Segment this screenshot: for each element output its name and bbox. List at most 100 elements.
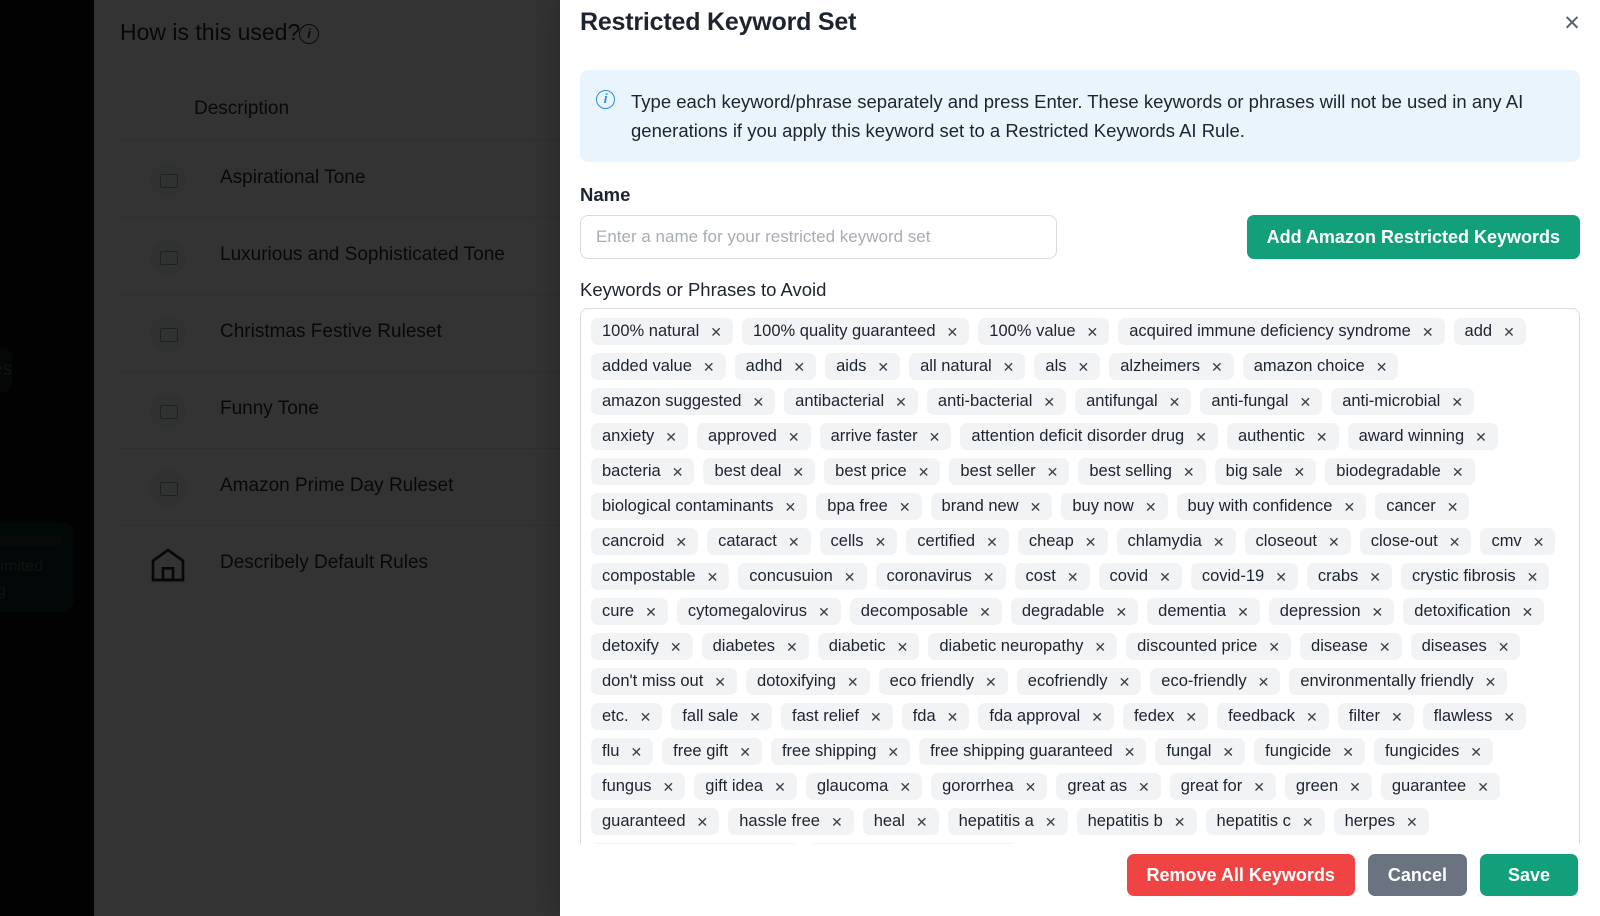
remove-keyword-icon[interactable]: ✕ <box>788 430 800 444</box>
remove-keyword-icon[interactable]: ✕ <box>786 640 798 654</box>
remove-keyword-icon[interactable]: ✕ <box>1213 535 1225 549</box>
remove-keyword-icon[interactable]: ✕ <box>1258 675 1270 689</box>
remove-keyword-icon[interactable]: ✕ <box>640 710 652 724</box>
remove-keyword-icon[interactable]: ✕ <box>1124 745 1136 759</box>
remove-keyword-icon[interactable]: ✕ <box>1349 780 1361 794</box>
remove-keyword-icon[interactable]: ✕ <box>916 815 928 829</box>
remove-keyword-icon[interactable]: ✕ <box>1268 640 1280 654</box>
remove-keyword-icon[interactable]: ✕ <box>739 745 751 759</box>
remove-keyword-icon[interactable]: ✕ <box>1047 465 1059 479</box>
remove-keyword-icon[interactable]: ✕ <box>1159 570 1171 584</box>
remove-keyword-icon[interactable]: ✕ <box>1522 605 1534 619</box>
remove-keyword-icon[interactable]: ✕ <box>844 570 856 584</box>
remove-keyword-icon[interactable]: ✕ <box>875 535 887 549</box>
remove-keyword-icon[interactable]: ✕ <box>710 325 722 339</box>
remove-keyword-icon[interactable]: ✕ <box>918 465 930 479</box>
remove-keyword-icon[interactable]: ✕ <box>947 710 959 724</box>
remove-keyword-icon[interactable]: ✕ <box>1406 815 1418 829</box>
remove-keyword-icon[interactable]: ✕ <box>749 710 761 724</box>
remove-keyword-icon[interactable]: ✕ <box>1138 780 1150 794</box>
save-button[interactable]: Save <box>1479 854 1578 896</box>
cancel-button[interactable]: Cancel <box>1367 854 1467 896</box>
remove-keyword-icon[interactable]: ✕ <box>985 675 997 689</box>
remove-keyword-icon[interactable]: ✕ <box>1237 605 1249 619</box>
remove-keyword-icon[interactable]: ✕ <box>877 360 889 374</box>
remove-keyword-icon[interactable]: ✕ <box>1003 360 1015 374</box>
remove-keyword-icon[interactable]: ✕ <box>1253 780 1265 794</box>
remove-keyword-icon[interactable]: ✕ <box>1222 745 1234 759</box>
remove-keyword-icon[interactable]: ✕ <box>1306 710 1318 724</box>
remove-keyword-icon[interactable]: ✕ <box>793 360 805 374</box>
remove-keyword-icon[interactable]: ✕ <box>1422 325 1434 339</box>
remove-keyword-icon[interactable]: ✕ <box>1030 500 1042 514</box>
remove-keyword-icon[interactable]: ✕ <box>1185 710 1197 724</box>
remove-keyword-icon[interactable]: ✕ <box>899 500 911 514</box>
remove-keyword-icon[interactable]: ✕ <box>983 570 995 584</box>
remove-keyword-icon[interactable]: ✕ <box>1275 570 1287 584</box>
remove-keyword-icon[interactable]: ✕ <box>1470 745 1482 759</box>
remove-keyword-icon[interactable]: ✕ <box>1145 500 1157 514</box>
remove-keyword-icon[interactable]: ✕ <box>1195 430 1207 444</box>
close-icon[interactable]: ✕ <box>1558 10 1586 38</box>
remove-keyword-icon[interactable]: ✕ <box>1342 745 1354 759</box>
remove-keyword-icon[interactable]: ✕ <box>1302 815 1314 829</box>
remove-keyword-icon[interactable]: ✕ <box>1503 710 1515 724</box>
remove-keyword-icon[interactable]: ✕ <box>1503 325 1515 339</box>
remove-keyword-icon[interactable]: ✕ <box>1533 535 1545 549</box>
remove-keyword-icon[interactable]: ✕ <box>1294 465 1306 479</box>
remove-keyword-icon[interactable]: ✕ <box>1527 570 1539 584</box>
remove-keyword-icon[interactable]: ✕ <box>1115 605 1127 619</box>
remove-keyword-icon[interactable]: ✕ <box>1299 395 1311 409</box>
remove-keyword-icon[interactable]: ✕ <box>929 430 941 444</box>
keyword-chips-container[interactable]: 100% natural ✕ 100% quality guaranteed ✕ 100… <box>580 308 1580 844</box>
remove-keyword-icon[interactable]: ✕ <box>1485 675 1497 689</box>
remove-keyword-icon[interactable]: ✕ <box>1091 710 1103 724</box>
remove-keyword-icon[interactable]: ✕ <box>1369 570 1381 584</box>
remove-keyword-icon[interactable]: ✕ <box>1085 535 1097 549</box>
remove-keyword-icon[interactable]: ✕ <box>788 535 800 549</box>
remove-keyword-icon[interactable]: ✕ <box>1477 780 1489 794</box>
remove-keyword-icon[interactable]: ✕ <box>703 360 715 374</box>
remove-keyword-icon[interactable]: ✕ <box>707 570 719 584</box>
remove-keyword-icon[interactable]: ✕ <box>1449 535 1461 549</box>
remove-keyword-icon[interactable]: ✕ <box>714 675 726 689</box>
remove-keyword-icon[interactable]: ✕ <box>1067 570 1079 584</box>
remove-keyword-icon[interactable]: ✕ <box>1447 500 1459 514</box>
remove-keyword-icon[interactable]: ✕ <box>897 640 909 654</box>
remove-keyword-icon[interactable]: ✕ <box>1372 605 1384 619</box>
remove-keyword-icon[interactable]: ✕ <box>847 675 859 689</box>
remove-keyword-icon[interactable]: ✕ <box>1169 395 1181 409</box>
remove-keyword-icon[interactable]: ✕ <box>1174 815 1186 829</box>
remove-keyword-icon[interactable]: ✕ <box>1316 430 1328 444</box>
add-amazon-restricted-keywords-button[interactable]: Add Amazon Restricted Keywords <box>1246 215 1580 259</box>
remove-keyword-icon[interactable]: ✕ <box>1045 815 1057 829</box>
remove-keyword-icon[interactable]: ✕ <box>1183 465 1195 479</box>
remove-keyword-icon[interactable]: ✕ <box>1119 675 1131 689</box>
remove-keyword-icon[interactable]: ✕ <box>670 640 682 654</box>
remove-keyword-icon[interactable]: ✕ <box>752 395 764 409</box>
remove-keyword-icon[interactable]: ✕ <box>1376 360 1388 374</box>
remove-keyword-icon[interactable]: ✕ <box>1379 640 1391 654</box>
remove-keyword-icon[interactable]: ✕ <box>1094 640 1106 654</box>
remove-keyword-icon[interactable]: ✕ <box>1498 640 1510 654</box>
remove-keyword-icon[interactable]: ✕ <box>899 780 911 794</box>
remove-keyword-icon[interactable]: ✕ <box>979 605 991 619</box>
remove-keyword-icon[interactable]: ✕ <box>1451 395 1463 409</box>
remove-keyword-icon[interactable]: ✕ <box>774 780 786 794</box>
remove-keyword-icon[interactable]: ✕ <box>697 815 709 829</box>
remove-keyword-icon[interactable]: ✕ <box>1043 395 1055 409</box>
remove-keyword-icon[interactable]: ✕ <box>792 465 804 479</box>
remove-keyword-icon[interactable]: ✕ <box>1343 500 1355 514</box>
remove-keyword-icon[interactable]: ✕ <box>672 465 684 479</box>
remove-keyword-icon[interactable]: ✕ <box>663 780 675 794</box>
remove-keyword-icon[interactable]: ✕ <box>630 745 642 759</box>
remove-keyword-icon[interactable]: ✕ <box>887 745 899 759</box>
remove-keyword-icon[interactable]: ✕ <box>831 815 843 829</box>
remove-keyword-icon[interactable]: ✕ <box>675 535 687 549</box>
remove-keyword-icon[interactable]: ✕ <box>1475 430 1487 444</box>
remove-keyword-icon[interactable]: ✕ <box>818 605 830 619</box>
remove-keyword-icon[interactable]: ✕ <box>1452 465 1464 479</box>
remove-keyword-icon[interactable]: ✕ <box>947 325 959 339</box>
remove-keyword-icon[interactable]: ✕ <box>1328 535 1340 549</box>
remove-keyword-icon[interactable]: ✕ <box>645 605 657 619</box>
